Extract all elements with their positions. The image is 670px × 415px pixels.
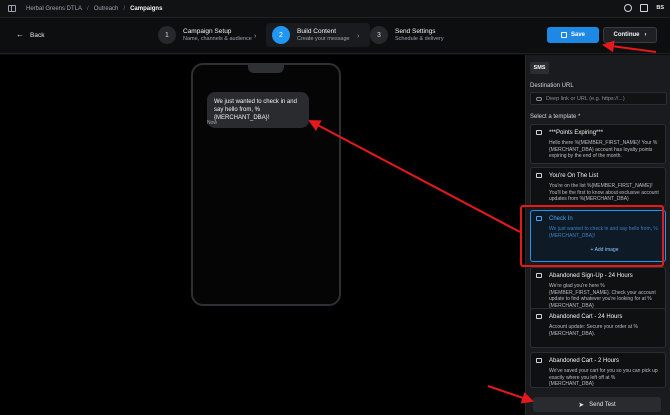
continue-label: Continue (613, 32, 640, 38)
message-icon (536, 273, 542, 278)
destination-url-input[interactable]: Deep link or URL (e.g. https://...) (530, 92, 667, 105)
step-number: 2 (272, 26, 290, 44)
breadcrumb-item-merchant[interactable]: Herbal Greens DTLA (26, 6, 82, 12)
template-name: ***Points Expiring*** (549, 130, 604, 136)
template-body: We've saved your cart for you so you can… (549, 368, 658, 387)
template-card[interactable]: Abandoned Cart - 2 Hours We've saved you… (530, 352, 666, 388)
template-body: Hello there %{MEMBER_FIRST_NAME}! Your %… (549, 140, 658, 159)
step-title: Build Content (297, 28, 337, 35)
back-button[interactable]: ← Back (16, 31, 44, 39)
step-build-content[interactable]: 2 Build Content Create your message (266, 23, 370, 47)
step-subtitle: Name, channels & audience (183, 36, 252, 42)
step-number: 1 (158, 26, 176, 44)
annotation-highlight-box (520, 205, 664, 267)
step-subtitle: Create your message (297, 36, 350, 42)
template-body: We're glad you're here %{MEMBER_FIRST_NA… (549, 283, 656, 309)
message-icon (536, 358, 542, 363)
send-icon: ➤ (578, 401, 585, 409)
top-bar: Herbal Greens DTLA / Outreach / Campaign… (0, 0, 670, 18)
breadcrumb-separator: / (123, 5, 126, 12)
continue-button[interactable]: Continue › (603, 27, 657, 43)
step-campaign-setup[interactable]: 1 Campaign Setup Name, channels & audien… (158, 26, 252, 44)
breadcrumb: Herbal Greens DTLA / Outreach / Campaign… (26, 6, 162, 12)
message-icon (536, 314, 542, 319)
send-test-label: Send Test (589, 401, 616, 408)
template-body: Account update: Secure your order at %{M… (549, 324, 638, 337)
chevron-right-icon: › (254, 33, 257, 40)
step-title: Send Settings (395, 28, 436, 35)
template-name: Abandoned Sign-Up - 24 Hours (549, 273, 633, 279)
template-card[interactable]: ***Points Expiring*** Hello there %{MEMB… (530, 124, 666, 164)
message-icon (536, 173, 542, 178)
chevron-right-icon: › (357, 33, 360, 40)
template-name: Abandoned Cart - 2 Hours (549, 358, 620, 364)
breadcrumb-item-campaigns: Campaigns (130, 5, 163, 12)
template-name: Abandoned Cart - 24 Hours (549, 314, 623, 320)
chevron-right-icon: › (644, 32, 647, 38)
save-button[interactable]: Save (547, 27, 599, 43)
breadcrumb-separator: / (87, 5, 89, 12)
save-label: Save (570, 32, 585, 38)
template-name: You're On The List (549, 173, 599, 179)
grid-icon[interactable] (640, 4, 649, 12)
avatar[interactable]: BS (656, 5, 664, 11)
step-title: Campaign Setup (183, 28, 232, 35)
send-test-button[interactable]: ➤ Send Test (533, 397, 661, 412)
step-send-settings[interactable]: 3 Send Settings Schedule & delivery (370, 26, 444, 44)
step-subtitle: Schedule & delivery (395, 36, 444, 42)
phone-notch (248, 63, 284, 73)
tab-sms[interactable]: SMS (530, 62, 549, 74)
phone-preview: We just wanted to check in and say hello… (191, 63, 341, 306)
message-bubble: We just wanted to check in and say hello… (207, 92, 309, 128)
message-icon (536, 130, 542, 135)
breadcrumb-item-outreach[interactable]: Outreach (94, 6, 119, 12)
save-icon (560, 32, 567, 38)
link-icon (536, 96, 542, 101)
template-card[interactable]: You're On The List You're on the list %{… (530, 167, 666, 207)
chat-icon[interactable] (624, 4, 633, 12)
arrow-left-icon: ← (16, 30, 24, 39)
message-timestamp: Now (207, 120, 218, 126)
template-card[interactable]: Abandoned Cart - 24 Hours Account update… (530, 308, 666, 348)
sidebar-toggle-icon[interactable] (8, 5, 16, 12)
step-number: 3 (370, 26, 388, 44)
destination-url-label: Destination URL (530, 83, 574, 89)
template-body: You're on the list %{MEMBER_FIRST_NAME}!… (549, 183, 659, 202)
back-label: Back (30, 31, 45, 39)
destination-url-placeholder: Deep link or URL (e.g. https://...) (546, 95, 625, 102)
template-label: Select a template * (530, 114, 581, 120)
